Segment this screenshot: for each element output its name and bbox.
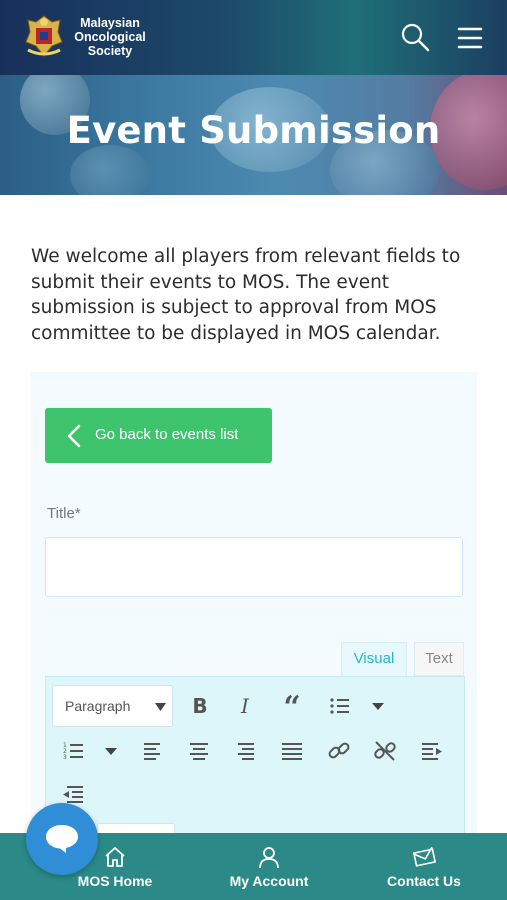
page-title: Event Submission bbox=[66, 109, 441, 152]
contact-envelope-icon bbox=[412, 846, 437, 867]
back-button-label: Go back to events list bbox=[95, 426, 239, 443]
chevron-down-icon[interactable] bbox=[98, 738, 124, 764]
bullet-list-icon[interactable] bbox=[327, 693, 353, 719]
unlink-icon[interactable] bbox=[372, 738, 398, 764]
italic-icon[interactable]: I bbox=[232, 693, 258, 719]
svg-text:3: 3 bbox=[63, 754, 67, 761]
org-name: Malaysian Oncological Society bbox=[74, 16, 146, 58]
align-left-icon[interactable] bbox=[140, 738, 166, 764]
align-right-icon[interactable] bbox=[232, 738, 258, 764]
search-icon[interactable] bbox=[400, 22, 430, 52]
numbered-list-icon[interactable]: 123 bbox=[61, 738, 87, 764]
nav-label: Contact Us bbox=[387, 873, 461, 889]
cell-image bbox=[70, 145, 150, 195]
link-icon[interactable] bbox=[326, 738, 352, 764]
format-select[interactable]: Paragraph bbox=[52, 685, 173, 727]
nav-label: My Account bbox=[229, 873, 309, 889]
caret-down-icon bbox=[155, 703, 166, 711]
tab-text[interactable]: Text bbox=[414, 642, 464, 676]
tab-visual[interactable]: Visual bbox=[341, 642, 407, 676]
bold-icon[interactable]: B bbox=[187, 693, 213, 719]
format-select-value: Paragraph bbox=[65, 698, 131, 714]
title-field-label: Title* bbox=[47, 505, 81, 522]
intro-text: We welcome all players from relevant fie… bbox=[31, 246, 461, 344]
nav-my-account[interactable]: My Account bbox=[222, 833, 316, 900]
hero-banner: Event Submission bbox=[0, 75, 507, 195]
chevron-down-icon[interactable] bbox=[366, 693, 392, 719]
back-to-events-button[interactable]: Go back to events list bbox=[45, 408, 272, 463]
top-header: Malaysian Oncological Society bbox=[0, 0, 507, 75]
title-input[interactable] bbox=[45, 537, 463, 597]
indent-icon[interactable] bbox=[419, 738, 445, 764]
user-icon bbox=[259, 847, 279, 869]
align-center-icon[interactable] bbox=[186, 738, 212, 764]
society-crest-logo[interactable] bbox=[22, 12, 66, 60]
menu-icon[interactable] bbox=[456, 24, 484, 52]
chevron-left-icon bbox=[67, 424, 81, 448]
align-justify-icon[interactable] bbox=[279, 738, 305, 764]
chat-bubble-icon bbox=[46, 825, 78, 853]
nav-label: MOS Home bbox=[77, 873, 153, 889]
chat-widget-button[interactable] bbox=[26, 803, 98, 875]
nav-contact-us[interactable]: Contact Us bbox=[377, 833, 471, 900]
blockquote-icon[interactable]: “ bbox=[279, 693, 305, 723]
home-icon bbox=[105, 847, 125, 867]
